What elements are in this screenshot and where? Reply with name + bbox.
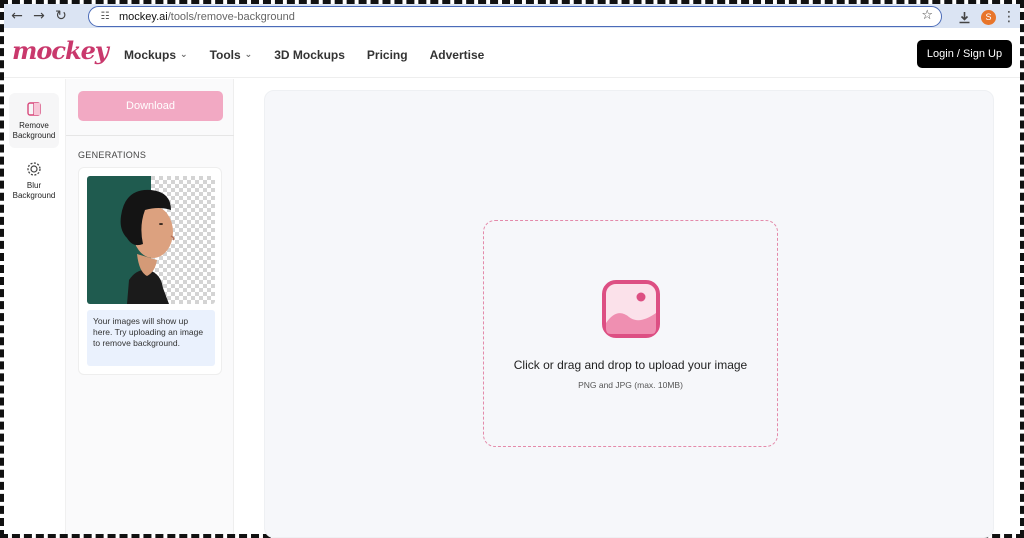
nav-mockups[interactable]: Mockups ⌄ [124,48,188,62]
generations-note: Your images will show up here. Try uploa… [87,310,215,366]
upload-file-types: PNG and JPG (max. 10MB) [578,380,683,390]
generations-heading: GENERATIONS [78,150,147,160]
top-navigation: Mockups ⌄ Tools ⌄ 3D Mockups Pricing Adver… [124,48,506,62]
mockey-logo[interactable]: mockey [12,36,109,65]
url-host: mockey.ai [119,10,168,23]
upload-instruction: Click or drag and drop to upload your im… [513,358,748,372]
remove-background-icon [25,100,43,118]
nav-tools[interactable]: Tools ⌄ [210,48,253,62]
workspace: Click or drag and drop to upload your im… [264,90,994,538]
bookmark-star-icon[interactable]: ☆ [921,8,933,23]
generations-panel: Download GENERATIONS Your images will sh… [66,79,234,534]
sample-portrait-image [87,176,215,304]
generation-card[interactable]: Your images will show up here. Try uploa… [78,167,222,375]
nav-label: 3D Mockups [274,48,345,62]
download-icon[interactable] [953,6,975,28]
nav-advertise[interactable]: Advertise [430,48,485,62]
nav-label: Mockups [124,48,177,62]
nav-label: Pricing [366,48,408,62]
tool-label-line2: Background [12,191,56,200]
reload-icon[interactable]: ↻ [50,5,72,27]
image-upload-icon [601,279,661,339]
download-button[interactable]: Download [78,91,223,121]
tool-label-line1: Remove [19,121,49,130]
tool-blur-background[interactable]: Blur Background [9,153,59,208]
browser-toolbar: ← → ↻ ☷ mockey.ai/tools/remove-backgroun… [4,4,1020,28]
tool-rail: Remove Background Blur Background [4,79,66,534]
profile-avatar[interactable]: S [981,9,996,25]
nav-label: Tools [209,48,241,62]
more-menu-icon[interactable]: ⋮ [1002,6,1016,28]
site-info-icon[interactable]: ☷ [97,10,113,24]
tool-label-line2: Background [12,131,56,140]
nav-label: Advertise [429,48,485,62]
tool-label-line1: Blur [26,181,42,190]
blur-background-icon [25,160,43,178]
chevron-down-icon: ⌄ [180,50,188,60]
panel-divider [66,135,234,136]
tool-remove-background[interactable]: Remove Background [9,93,59,148]
nav-3d-mockups[interactable]: 3D Mockups [274,48,345,62]
upload-dropzone[interactable]: Click or drag and drop to upload your im… [483,220,778,447]
back-arrow-icon[interactable]: ← [6,5,28,27]
url-path: /tools/remove-background [167,10,295,23]
forward-arrow-icon[interactable]: → [28,5,50,27]
login-signup-button[interactable]: Login / Sign Up [917,40,1012,68]
chevron-down-icon: ⌄ [244,50,253,60]
address-bar[interactable]: ☷ mockey.ai/tools/remove-background ☆ [88,6,942,27]
browser-actions: S ⋮ [953,6,1016,28]
site-header: mockey Mockups ⌄ Tools ⌄ 3D Mockups Pricin… [4,30,1020,78]
nav-pricing[interactable]: Pricing [367,48,408,62]
